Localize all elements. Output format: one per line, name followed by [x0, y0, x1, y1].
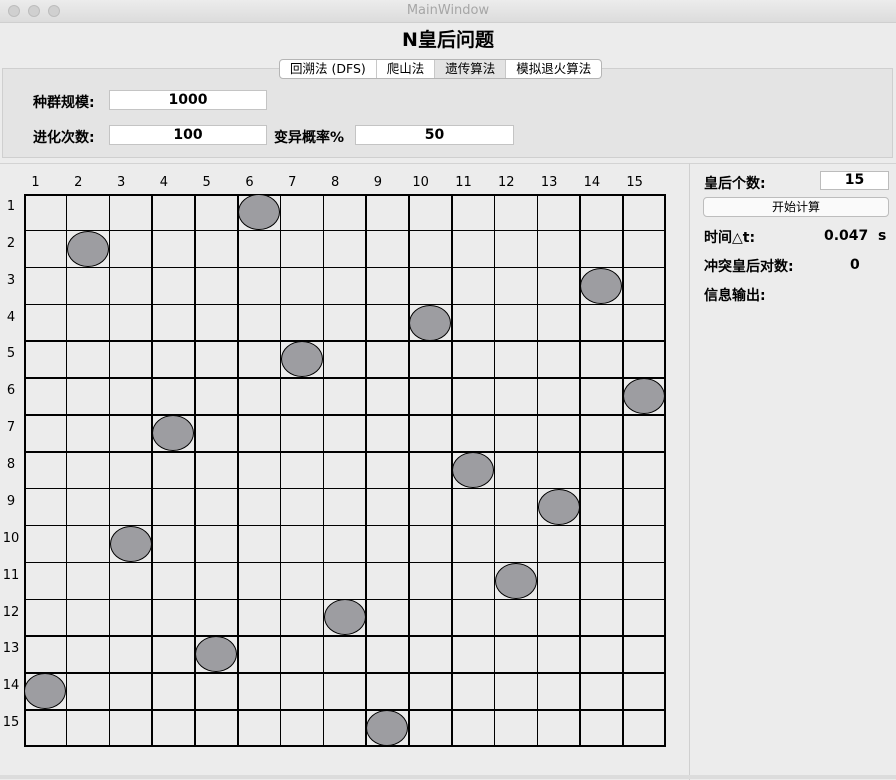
queen-piece	[109, 525, 152, 562]
population-label: 种群规模:	[33, 95, 95, 111]
row-label: 7	[6, 420, 16, 436]
grid-line-vertical	[151, 196, 153, 745]
column-label: 7	[288, 175, 297, 190]
grid-line-vertical	[194, 196, 196, 745]
grid-line-horizontal	[26, 414, 664, 416]
row-label: 6	[6, 383, 16, 399]
column-label: 6	[245, 175, 254, 190]
grid-line-horizontal	[26, 451, 664, 453]
grid-line-horizontal	[26, 524, 664, 527]
page-title: N皇后问题	[402, 29, 494, 51]
row-label: 13	[2, 641, 20, 657]
window-title: MainWindow	[406, 3, 490, 18]
column-label: 11	[455, 175, 472, 190]
grid-line-horizontal	[26, 561, 664, 564]
grid-line-horizontal	[26, 303, 664, 306]
grid-line-horizontal	[26, 340, 664, 342]
queen-count-input[interactable]: 15	[820, 171, 889, 190]
column-label: 4	[159, 175, 169, 190]
column-label: 15	[626, 175, 643, 190]
queen-piece	[323, 599, 366, 636]
queen-piece	[237, 193, 280, 230]
row-label: 11	[2, 567, 20, 583]
column-label: 14	[583, 175, 601, 190]
grid-line-horizontal	[26, 709, 664, 711]
grid-line-vertical	[622, 196, 624, 745]
column-label: 12	[498, 175, 515, 190]
grid-line-vertical	[65, 196, 68, 745]
column-label: 10	[412, 175, 429, 190]
generations-label: 进化次数:	[33, 130, 95, 146]
column-label: 9	[373, 175, 383, 190]
generations-input[interactable]: 100	[109, 125, 267, 145]
tab-backtracking[interactable]: 回溯法 (DFS)	[280, 60, 377, 78]
grid-line-vertical	[408, 196, 410, 745]
time-label: 时间△t:	[704, 230, 756, 246]
tab-genetic[interactable]: 遗传算法	[435, 60, 507, 78]
grid-line-vertical	[536, 196, 539, 745]
conflict-label: 冲突皇后对数:	[704, 259, 794, 275]
algorithm-tabs: 回溯法 (DFS) 爬山法 遗传算法 模拟退火算法	[279, 59, 603, 79]
grid-line-vertical	[365, 196, 367, 745]
queen-piece	[195, 636, 238, 673]
info-output-label: 信息输出:	[704, 288, 766, 304]
population-input[interactable]: 1000	[109, 90, 267, 110]
tab-hill-climbing[interactable]: 爬山法	[377, 60, 436, 78]
row-label: 5	[6, 346, 16, 362]
chess-board	[23, 193, 666, 747]
grid-line-vertical	[493, 196, 496, 745]
column-label: 3	[116, 175, 126, 190]
grid-line-horizontal	[26, 487, 664, 490]
row-label: 4	[6, 309, 16, 325]
queen-piece	[280, 341, 323, 378]
time-value: 0.047 s	[824, 228, 887, 244]
mutation-label: 变异概率%	[274, 130, 345, 146]
grid-line-vertical	[237, 196, 239, 745]
row-label: 1	[6, 199, 16, 214]
grid-line-horizontal	[26, 672, 664, 674]
start-button[interactable]: 开始计算	[703, 197, 889, 217]
row-label: 15	[2, 715, 20, 731]
queen-count-label: 皇后个数:	[704, 176, 766, 192]
queen-piece	[537, 488, 580, 525]
conflict-value: 0	[850, 257, 860, 273]
queen-piece	[23, 673, 66, 710]
grid-line-horizontal	[26, 266, 664, 269]
queen-piece	[66, 230, 109, 267]
grid-line-horizontal	[26, 635, 664, 637]
column-label: 13	[540, 175, 558, 190]
row-label: 3	[6, 272, 16, 288]
row-label: 12	[2, 604, 20, 620]
grid-line-vertical	[108, 196, 111, 745]
title-bar: MainWindow	[0, 0, 896, 23]
tab-annealing[interactable]: 模拟退火算法	[506, 60, 601, 78]
row-label: 10	[2, 530, 20, 546]
row-label: 2	[6, 235, 16, 251]
grid-line-horizontal	[26, 229, 664, 232]
queen-piece	[580, 267, 623, 304]
column-label: 2	[74, 175, 83, 190]
grid-line-vertical	[322, 196, 325, 745]
row-label: 14	[2, 678, 20, 694]
queen-piece	[409, 304, 452, 341]
grid-line-vertical	[279, 196, 282, 745]
queen-piece	[623, 378, 666, 415]
mutation-input[interactable]: 50	[355, 125, 514, 145]
bottom-edge	[0, 775, 896, 779]
column-label: 5	[202, 175, 211, 190]
row-label: 9	[6, 493, 16, 509]
queen-piece	[366, 710, 409, 747]
queen-piece	[152, 415, 195, 452]
column-label: 8	[330, 175, 340, 190]
row-label: 8	[6, 457, 16, 473]
grid-line-horizontal	[26, 377, 664, 379]
column-label: 1	[31, 175, 40, 190]
queen-piece	[451, 452, 494, 488]
queen-piece	[494, 562, 537, 599]
